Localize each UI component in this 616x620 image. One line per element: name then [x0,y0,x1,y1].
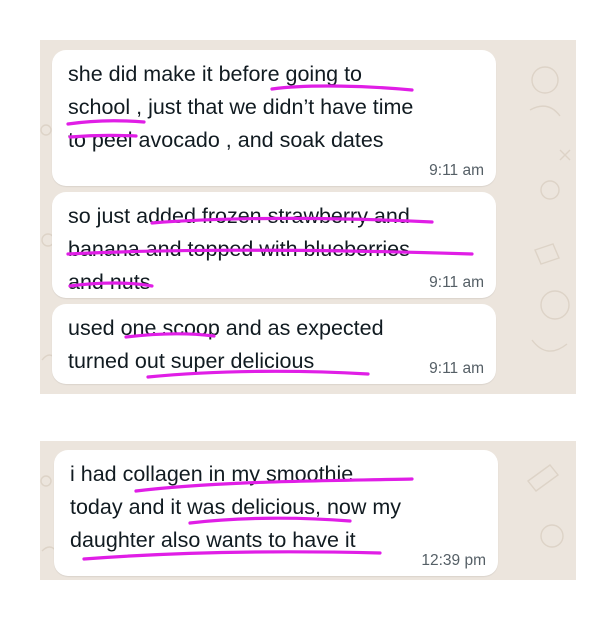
message-bubble-4[interactable]: i had collagen in my smoothie today and … [54,450,498,576]
message-text: she did make it before going to school ,… [68,62,414,152]
message-timestamp: 9:11 am [429,162,484,179]
message-timestamp: 9:11 am [429,360,484,377]
message-timestamp: 12:39 pm [421,552,486,569]
message-bubble-1[interactable]: she did make it before going to school ,… [52,50,496,186]
message-text: so just added frozen strawberry and bana… [68,204,410,294]
chat-screenshot-bottom: i had collagen in my smoothie today and … [40,441,576,580]
chat-screenshot-top: she did make it before going to school ,… [40,40,576,394]
message-timestamp: 9:11 am [429,274,484,291]
message-bubble-3[interactable]: used one scoop and as expected turned ou… [52,304,496,384]
message-bubble-2[interactable]: so just added frozen strawberry and bana… [52,192,496,298]
message-text: used one scoop and as expected turned ou… [68,316,384,373]
message-text: i had collagen in my smoothie today and … [70,462,402,552]
